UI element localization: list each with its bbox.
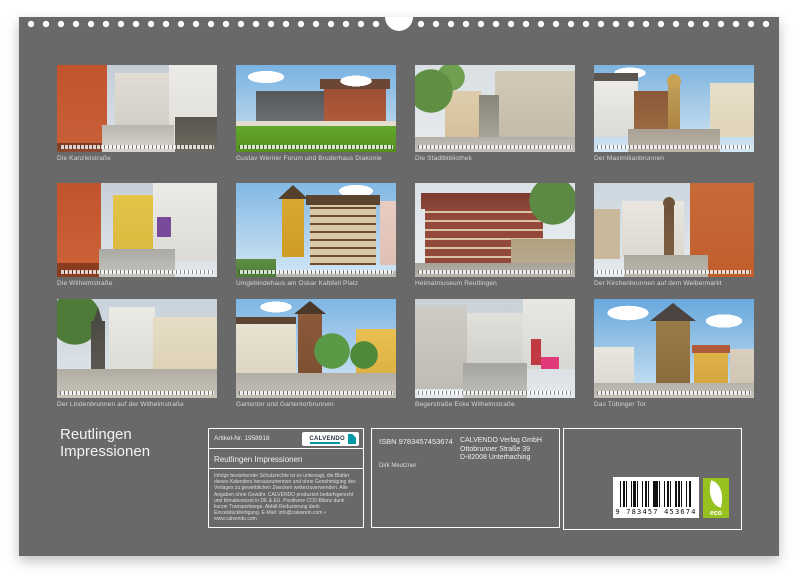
calendar-back-cover-photo: Die Kanzleistraße Gustav Werner Forum un… (0, 0, 800, 577)
photo-cell: Gartentor und Gartentorbrunnen (236, 299, 396, 408)
photo-caption: Umgebindehaus am Oskar Kalbfell Platz (236, 280, 359, 287)
photo-grid-row-1: Die Kanzleistraße Gustav Werner Forum un… (57, 65, 757, 162)
photo-grid-row-2: Die Wilhelmstraße Umgebindehaus am Oskar… (57, 183, 757, 287)
photo-caption: Die Kanzleistraße (57, 155, 111, 162)
photo-caption: Heimatmuseum Reutlingen (415, 280, 497, 287)
publisher-address-line: D-82008 Unterhaching (460, 454, 531, 461)
photo-caption: Der Kirchenbrunnen auf dem Weibermarkt (594, 280, 722, 287)
photo-caption: Gustav Werner Forum und Bruderhaus Diako… (236, 155, 382, 162)
photo-die-kanzleistrasse (57, 65, 217, 152)
photo-umgebindehaus (236, 183, 396, 277)
calvendo-calendar-icon (348, 433, 356, 444)
calendar-title-line-2: Impressionen (60, 442, 151, 460)
photo-cell: Umgebindehaus am Oskar Kalbfell Platz (236, 183, 396, 287)
photo-caption: Das Tübinger Tor (594, 401, 647, 408)
eco-label: eco (709, 510, 723, 517)
photo-maximilianbrunnen (594, 65, 754, 152)
eco-leaf-icon (705, 480, 727, 508)
photo-caption: Der Maximilianbrunnen (594, 155, 664, 162)
photo-cell: Die Wilhelmstraße (57, 183, 217, 287)
photo-stadtbibliothek (415, 65, 575, 152)
photo-gartentor (236, 299, 396, 398)
barcode-box: 9 783457 453674 eco (563, 428, 742, 530)
photo-cell: Der Lindenbrunnen auf der Wilhelmstraße (57, 299, 217, 408)
publisher-address: CALVENDO Verlag GmbH Ottobrunner Straße … (460, 437, 542, 463)
calvendo-logo-text: CALVENDO (309, 435, 345, 442)
photo-cell: Die Kanzleistraße (57, 65, 217, 162)
photo-tuebinger-tor (594, 299, 754, 398)
photo-caption: Der Lindenbrunnen auf der Wilhelmstraße (57, 401, 184, 408)
photo-caption: Die Stadtbibliothek (415, 155, 473, 162)
eco-logo: eco (703, 478, 729, 518)
photo-kirchenbrunnen (594, 183, 754, 277)
photo-caption: Gartentor und Gartentorbrunnen (236, 401, 334, 408)
ean-barcode: 9 783457 453674 (613, 477, 699, 518)
photo-cell: Gustav Werner Forum und Bruderhaus Diako… (236, 65, 396, 162)
photo-cell: Das Tübinger Tor (594, 299, 754, 408)
author-credit: Dirk Meutzner (379, 463, 417, 469)
photo-cell: Heimatmuseum Reutlingen (415, 183, 575, 287)
calendar-title-small: Reutlingen Impressionen (209, 449, 363, 469)
photo-gustav-werner-forum (236, 65, 396, 152)
calendar-title-line-1: Reutlingen (60, 426, 132, 443)
publisher-box: ISBN 9783457453674 CALVENDO Verlag GmbH … (371, 428, 560, 528)
barcode-digits: 9 783457 453674 (615, 508, 697, 516)
isbn-number: ISBN 9783457453674 (379, 437, 453, 446)
barcode-bars-icon (620, 481, 692, 507)
photo-cell: Der Kirchenbrunnen auf dem Weibermarkt (594, 183, 754, 287)
photo-lindenbrunnen (57, 299, 217, 398)
photo-begerstrasse (415, 299, 575, 398)
legal-text: Infolge bestehender Schutzrechte ist es … (214, 473, 356, 523)
calendar-title: Reutlingen Impressionen (60, 426, 151, 460)
publisher-address-line: CALVENDO Verlag GmbH (460, 437, 542, 444)
calvendo-logo-tagline (310, 442, 340, 444)
photo-cell: Die Stadtbibliothek (415, 65, 575, 162)
calvendo-logo: CALVENDO (302, 431, 359, 446)
hanging-notch (385, 17, 413, 31)
photo-caption: Die Wilhelmstraße (57, 280, 113, 287)
photo-grid-row-3: Der Lindenbrunnen auf der Wilhelmstraße … (57, 299, 757, 408)
photo-heimatmuseum (415, 183, 575, 277)
product-info-box: Artikel-Nr. 1958918 CALVENDO Reutlingen … (208, 428, 364, 528)
product-info-header: Artikel-Nr. 1958918 CALVENDO (209, 429, 363, 449)
photo-caption: Begerstraße Ecke Wilhelmstraße (415, 401, 515, 408)
photo-cell: Begerstraße Ecke Wilhelmstraße (415, 299, 575, 408)
calendar-back-page: Die Kanzleistraße Gustav Werner Forum un… (19, 17, 779, 556)
artikel-nr: Artikel-Nr. 1958918 (214, 435, 270, 442)
photo-wilhelmstrasse (57, 183, 217, 277)
photo-cell: Der Maximilianbrunnen (594, 65, 754, 162)
publisher-address-line: Ottobrunner Straße 39 (460, 445, 531, 453)
